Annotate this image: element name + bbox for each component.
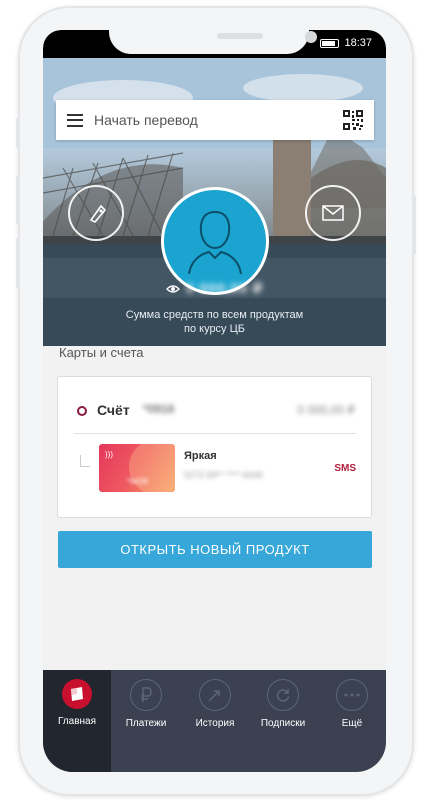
eye-icon[interactable] bbox=[165, 284, 180, 294]
account-status-dot bbox=[77, 406, 87, 416]
balance-caption-line2: по курсу ЦБ bbox=[184, 323, 245, 335]
tab-label: Главная bbox=[57, 716, 97, 727]
side-button bbox=[412, 195, 416, 255]
tab-label: История bbox=[195, 718, 235, 729]
speaker bbox=[217, 33, 263, 39]
tab-label: Платежи bbox=[125, 718, 167, 729]
sms-badge[interactable]: SMS bbox=[334, 463, 356, 474]
hamburger-menu-icon[interactable] bbox=[67, 113, 83, 127]
section-title: Карты и счета bbox=[59, 345, 144, 360]
app-screen: 18:37 Начать перевод 5 000,00 ₽ Сумма ср… bbox=[43, 30, 386, 772]
hero-banner: Начать перевод 5 000,00 ₽ Сумма средств … bbox=[43, 58, 386, 346]
account-number: *0916 bbox=[143, 402, 175, 416]
balance-row[interactable]: 5 000,00 ₽ bbox=[43, 280, 386, 297]
side-button bbox=[16, 238, 20, 288]
account-label[interactable]: Счёт bbox=[97, 402, 130, 418]
tab-label: Ещё bbox=[341, 718, 363, 729]
refresh-icon bbox=[267, 679, 299, 711]
tab-history[interactable]: История bbox=[182, 670, 248, 772]
side-button bbox=[16, 175, 20, 225]
divider bbox=[74, 433, 356, 434]
side-button bbox=[16, 118, 20, 148]
notch bbox=[109, 30, 317, 54]
accounts-card: Счёт *0916 0 000,00 ₽ ))) *6439 Яркая 52… bbox=[57, 376, 372, 518]
more-dots-icon bbox=[336, 679, 368, 711]
ruble-icon bbox=[130, 679, 162, 711]
user-silhouette-icon bbox=[188, 210, 242, 275]
tag-icon bbox=[89, 204, 107, 223]
bank-card-image[interactable]: ))) *6439 bbox=[99, 444, 175, 492]
tab-more[interactable]: Ещё bbox=[319, 670, 385, 772]
open-new-product-button[interactable]: ОТКРЫТЬ НОВЫЙ ПРОДУКТ bbox=[58, 531, 372, 568]
search-bar[interactable]: Начать перевод bbox=[56, 100, 374, 140]
status-bar: 18:37 bbox=[43, 30, 386, 58]
tag-button[interactable] bbox=[68, 185, 124, 241]
balance-caption-line1: Сумма средств по всем продуктам bbox=[125, 309, 304, 321]
tab-label: Подписки bbox=[260, 718, 306, 729]
card-name[interactable]: Яркая bbox=[184, 450, 217, 462]
total-balance: 5 000,00 ₽ bbox=[185, 280, 264, 296]
battery-icon bbox=[320, 38, 340, 48]
tree-connector bbox=[80, 455, 90, 467]
account-amount: 0 000,00 ₽ bbox=[297, 403, 355, 417]
qr-code-icon[interactable] bbox=[343, 110, 363, 130]
envelope-icon bbox=[322, 205, 344, 221]
tab-payments[interactable]: Платежи bbox=[113, 670, 179, 772]
search-placeholder[interactable]: Начать перевод bbox=[94, 112, 198, 128]
status-time: 18:37 bbox=[344, 37, 372, 49]
bottom-tab-bar: Главная Платежи История Подписки Ещё bbox=[43, 670, 386, 772]
profile-avatar[interactable] bbox=[161, 187, 269, 295]
tab-subscriptions[interactable]: Подписки bbox=[250, 670, 316, 772]
card-number: 5272 69** **** 6439 bbox=[184, 470, 263, 480]
card-face-number: *6439 bbox=[127, 477, 148, 486]
tab-home[interactable]: Главная bbox=[43, 670, 111, 772]
bank-logo-icon bbox=[62, 679, 92, 709]
transfer-arrows-icon bbox=[199, 679, 231, 711]
camera bbox=[305, 31, 317, 43]
messages-button[interactable] bbox=[305, 185, 361, 241]
contactless-icon: ))) bbox=[105, 450, 113, 459]
